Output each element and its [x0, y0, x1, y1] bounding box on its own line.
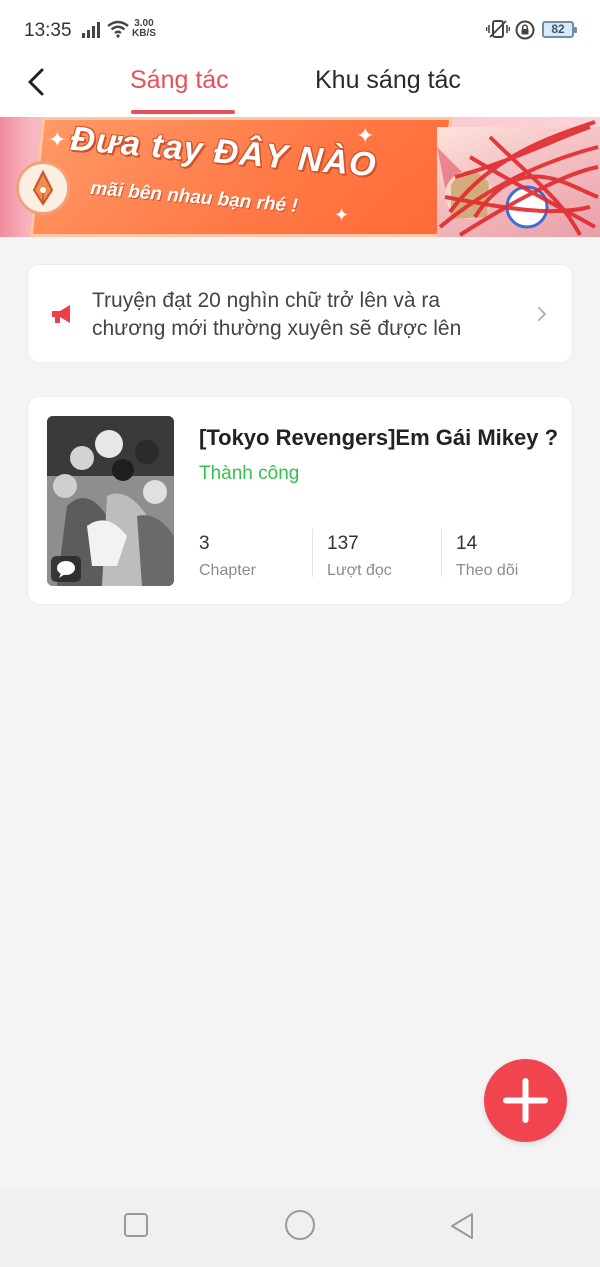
stat-divider	[441, 529, 442, 577]
stat-reads: 137 Lượt đọc	[327, 533, 392, 580]
vibrate-icon	[486, 20, 510, 38]
sparkle-icon: ✦	[334, 205, 350, 225]
header: Sáng tác Khu sáng tác	[0, 60, 600, 117]
story-cover-image[interactable]	[47, 416, 174, 586]
redaction-scribble	[438, 120, 599, 237]
tab-khu-sang-tac[interactable]: Khu sáng tác	[315, 66, 461, 95]
stat-followers: 14 Theo dõi	[456, 533, 518, 580]
wifi-icon	[107, 20, 129, 38]
stat-value: 137	[327, 533, 359, 554]
net-speed: 3.00 KB/S	[132, 19, 156, 39]
tab-sang-tac[interactable]: Sáng tác	[130, 66, 229, 95]
chevron-right-icon	[538, 307, 547, 321]
recents-icon[interactable]	[122, 1211, 150, 1239]
stat-chapters: 3 Chapter	[199, 533, 256, 580]
status-time: 13:35	[24, 20, 72, 41]
stat-value: 3	[199, 533, 210, 554]
status-bar: 13:35 3.00 KB/S 82	[0, 0, 600, 60]
battery-indicator: 82	[542, 21, 577, 38]
back-nav-icon[interactable]	[448, 1211, 476, 1241]
stat-label: Chapter	[199, 562, 256, 579]
notice-text: Truyện đạt 20 nghìn chữ trở lên và ra ch…	[92, 289, 462, 340]
plus-icon	[503, 1078, 548, 1123]
stat-value: 14	[456, 533, 478, 554]
comment-badge	[51, 556, 81, 582]
stat-label: Theo dõi	[456, 562, 519, 579]
promo-banner[interactable]: Đưa tay ĐÂY NÀO mãi bên nhau bạn rhé ! ✦…	[0, 117, 600, 237]
net-speed-unit: KB/S	[132, 28, 156, 39]
add-story-button[interactable]	[484, 1059, 567, 1142]
story-status: Thành công	[199, 463, 300, 484]
system-navigation-bar	[0, 1187, 600, 1267]
active-tab-indicator	[131, 110, 235, 114]
notice-card[interactable]: Truyện đạt 20 nghìn chữ trở lên và ra ch…	[27, 264, 573, 363]
signal-icon	[82, 22, 100, 38]
stat-label: Lượt đọc	[327, 562, 392, 579]
story-card[interactable]: [Tokyo Revengers]Em Gái Mikey ? Thành cô…	[27, 396, 573, 605]
story-title: [Tokyo Revengers]Em Gái Mikey ?	[199, 425, 559, 450]
sparkle-icon: ✦	[48, 127, 67, 152]
rotation-lock-icon	[515, 20, 535, 40]
sparkle-icon: ✦	[356, 123, 375, 148]
pen-icon	[16, 161, 70, 215]
megaphone-icon	[52, 305, 70, 323]
stat-divider	[312, 529, 313, 577]
back-icon[interactable]	[22, 64, 52, 100]
home-icon[interactable]	[284, 1209, 316, 1241]
